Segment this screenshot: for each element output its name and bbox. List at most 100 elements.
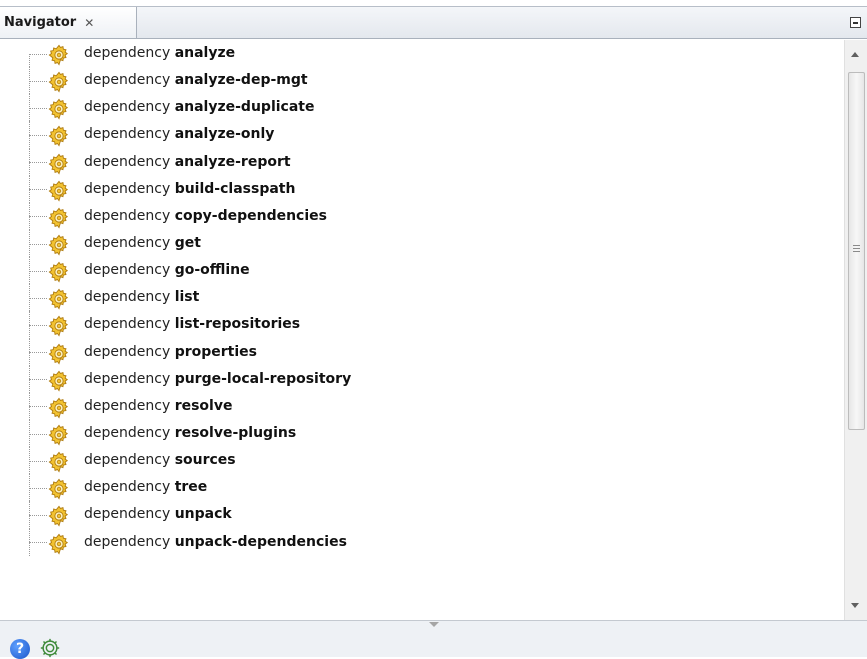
goal-prefix: dependency xyxy=(84,479,171,496)
gear-icon xyxy=(48,180,70,202)
tree-connector-line xyxy=(29,216,47,218)
gear-icon xyxy=(48,98,70,120)
gear-icon xyxy=(48,315,70,338)
tab-title: Navigator xyxy=(4,15,77,30)
tree-guide-line xyxy=(29,53,30,68)
tree-item-analyze[interactable]: dependency analyze xyxy=(0,40,844,68)
tree-connector-line xyxy=(29,514,47,516)
goal-name: resolve xyxy=(174,397,233,414)
goal-prefix: dependency xyxy=(84,45,171,61)
scroll-down-icon[interactable] xyxy=(851,603,859,608)
tree-connector-line xyxy=(29,107,47,109)
gear-icon xyxy=(48,125,70,148)
tree-item-label: dependency analyze-duplicate xyxy=(84,99,314,115)
tree-item-label: dependency purge-local-repository xyxy=(84,371,351,387)
goal-name: copy-dependencies xyxy=(174,207,327,224)
gear-icon xyxy=(48,424,70,446)
tree-item-label: dependency analyze-only xyxy=(84,126,274,142)
goal-prefix: dependency xyxy=(84,126,171,143)
goal-prefix: dependency xyxy=(84,180,171,197)
tree-item-label: dependency list-repositories xyxy=(84,316,300,332)
scrollbar-grip xyxy=(853,251,860,252)
gear-icon xyxy=(48,478,70,500)
gear-icon xyxy=(48,451,70,473)
help-icon[interactable]: ? xyxy=(10,639,30,659)
tree-item-analyze-report[interactable]: dependency analyze-report xyxy=(0,148,844,176)
tree-connector-line xyxy=(29,297,47,299)
tree-item-label: dependency resolve-plugins xyxy=(84,425,296,441)
tab-navigator[interactable]: Navigator ✕ xyxy=(0,7,137,38)
tree-item-label: dependency unpack-dependencies xyxy=(84,534,347,550)
tree-item-build-classpath[interactable]: dependency build-classpath xyxy=(0,175,844,203)
tree-item-analyze-dep-mgt[interactable]: dependency analyze-dep-mgt xyxy=(0,67,844,95)
goal-prefix: dependency xyxy=(84,262,171,279)
goal-prefix: dependency xyxy=(84,506,171,523)
tree-item-analyze-duplicate[interactable]: dependency analyze-duplicate xyxy=(0,94,844,122)
gear-icon xyxy=(48,370,70,392)
goal-prefix: dependency xyxy=(84,99,171,116)
scroll-up-icon[interactable] xyxy=(851,52,859,57)
tree-item-label: dependency properties xyxy=(84,344,257,360)
gear-icon xyxy=(48,234,70,256)
gear-icon xyxy=(48,533,70,555)
tree-item-purge-local-repository[interactable]: dependency purge-local-repository xyxy=(0,365,844,393)
tree-item-label: dependency analyze xyxy=(84,45,235,61)
tree-item-label: dependency analyze-report xyxy=(84,154,291,170)
goal-prefix: dependency xyxy=(84,207,171,224)
tree-connector-line xyxy=(29,487,47,489)
goal-name: list-repositories xyxy=(174,316,301,333)
goal-name: analyze xyxy=(174,45,236,61)
goal-name: purge-local-repository xyxy=(174,370,352,387)
gear-icon[interactable] xyxy=(39,637,61,659)
scrollbar-thumb[interactable] xyxy=(848,72,865,430)
tree-connector-line xyxy=(29,270,47,272)
vertical-scrollbar[interactable] xyxy=(844,40,867,620)
goal-name: properties xyxy=(174,343,257,360)
tree-item-list-repositories[interactable]: dependency list-repositories xyxy=(0,311,844,339)
resize-handle-icon[interactable] xyxy=(429,622,439,627)
gear-icon xyxy=(48,261,70,283)
tree-item-analyze-only[interactable]: dependency analyze-only xyxy=(0,121,844,149)
gear-icon xyxy=(48,153,70,175)
minimize-icon[interactable] xyxy=(850,17,861,28)
tree-connector-line xyxy=(29,162,47,164)
tree-item-tree[interactable]: dependency tree xyxy=(0,474,844,502)
tree-connector-line xyxy=(29,379,47,381)
tree-item-get[interactable]: dependency get xyxy=(0,229,844,258)
tree-item-unpack[interactable]: dependency unpack xyxy=(0,501,844,529)
goal-name: sources xyxy=(174,452,236,469)
tree-connector-line xyxy=(29,324,47,326)
tree-item-go-offline[interactable]: dependency go-offline xyxy=(0,257,844,285)
tree-item-unpack-dependencies[interactable]: dependency unpack-dependencies xyxy=(0,528,844,556)
tree-item-resolve-plugins[interactable]: dependency resolve-plugins xyxy=(0,419,844,448)
goal-prefix: dependency xyxy=(84,533,171,550)
close-icon[interactable]: ✕ xyxy=(84,16,94,30)
tree-item-properties[interactable]: dependency properties xyxy=(0,338,844,366)
goal-name: analyze-only xyxy=(174,126,275,143)
goal-prefix: dependency xyxy=(84,234,171,251)
goal-name: get xyxy=(174,234,201,251)
goal-name: analyze-dep-mgt xyxy=(174,72,308,89)
goal-tree: dependency analyze dependency analyze-de… xyxy=(0,40,844,620)
tree-item-label: dependency unpack xyxy=(84,506,232,522)
gear-icon xyxy=(48,71,70,93)
tree-connector-line xyxy=(29,406,47,408)
tree-item-copy-dependencies[interactable]: dependency copy-dependencies xyxy=(0,202,844,230)
tree-connector-line xyxy=(29,134,47,136)
gear-icon xyxy=(48,207,70,229)
goal-name: list xyxy=(174,289,200,306)
tree-item-label: dependency get xyxy=(84,235,201,251)
tree-item-list[interactable]: dependency list xyxy=(0,284,844,312)
tree-item-label: dependency go-offline xyxy=(84,262,250,278)
scrollbar-grip xyxy=(853,245,860,246)
tree-connector-line xyxy=(29,542,47,544)
goal-name: go-offline xyxy=(174,262,250,279)
tree-item-label: dependency copy-dependencies xyxy=(84,208,327,224)
tree-item-resolve[interactable]: dependency resolve xyxy=(0,392,844,420)
tree-connector-line xyxy=(29,53,47,55)
goal-prefix: dependency xyxy=(84,397,171,414)
goal-prefix: dependency xyxy=(84,72,171,89)
tree-item-sources[interactable]: dependency sources xyxy=(0,447,844,475)
scrollbar-grip xyxy=(853,248,860,249)
goal-name: unpack-dependencies xyxy=(174,533,347,550)
